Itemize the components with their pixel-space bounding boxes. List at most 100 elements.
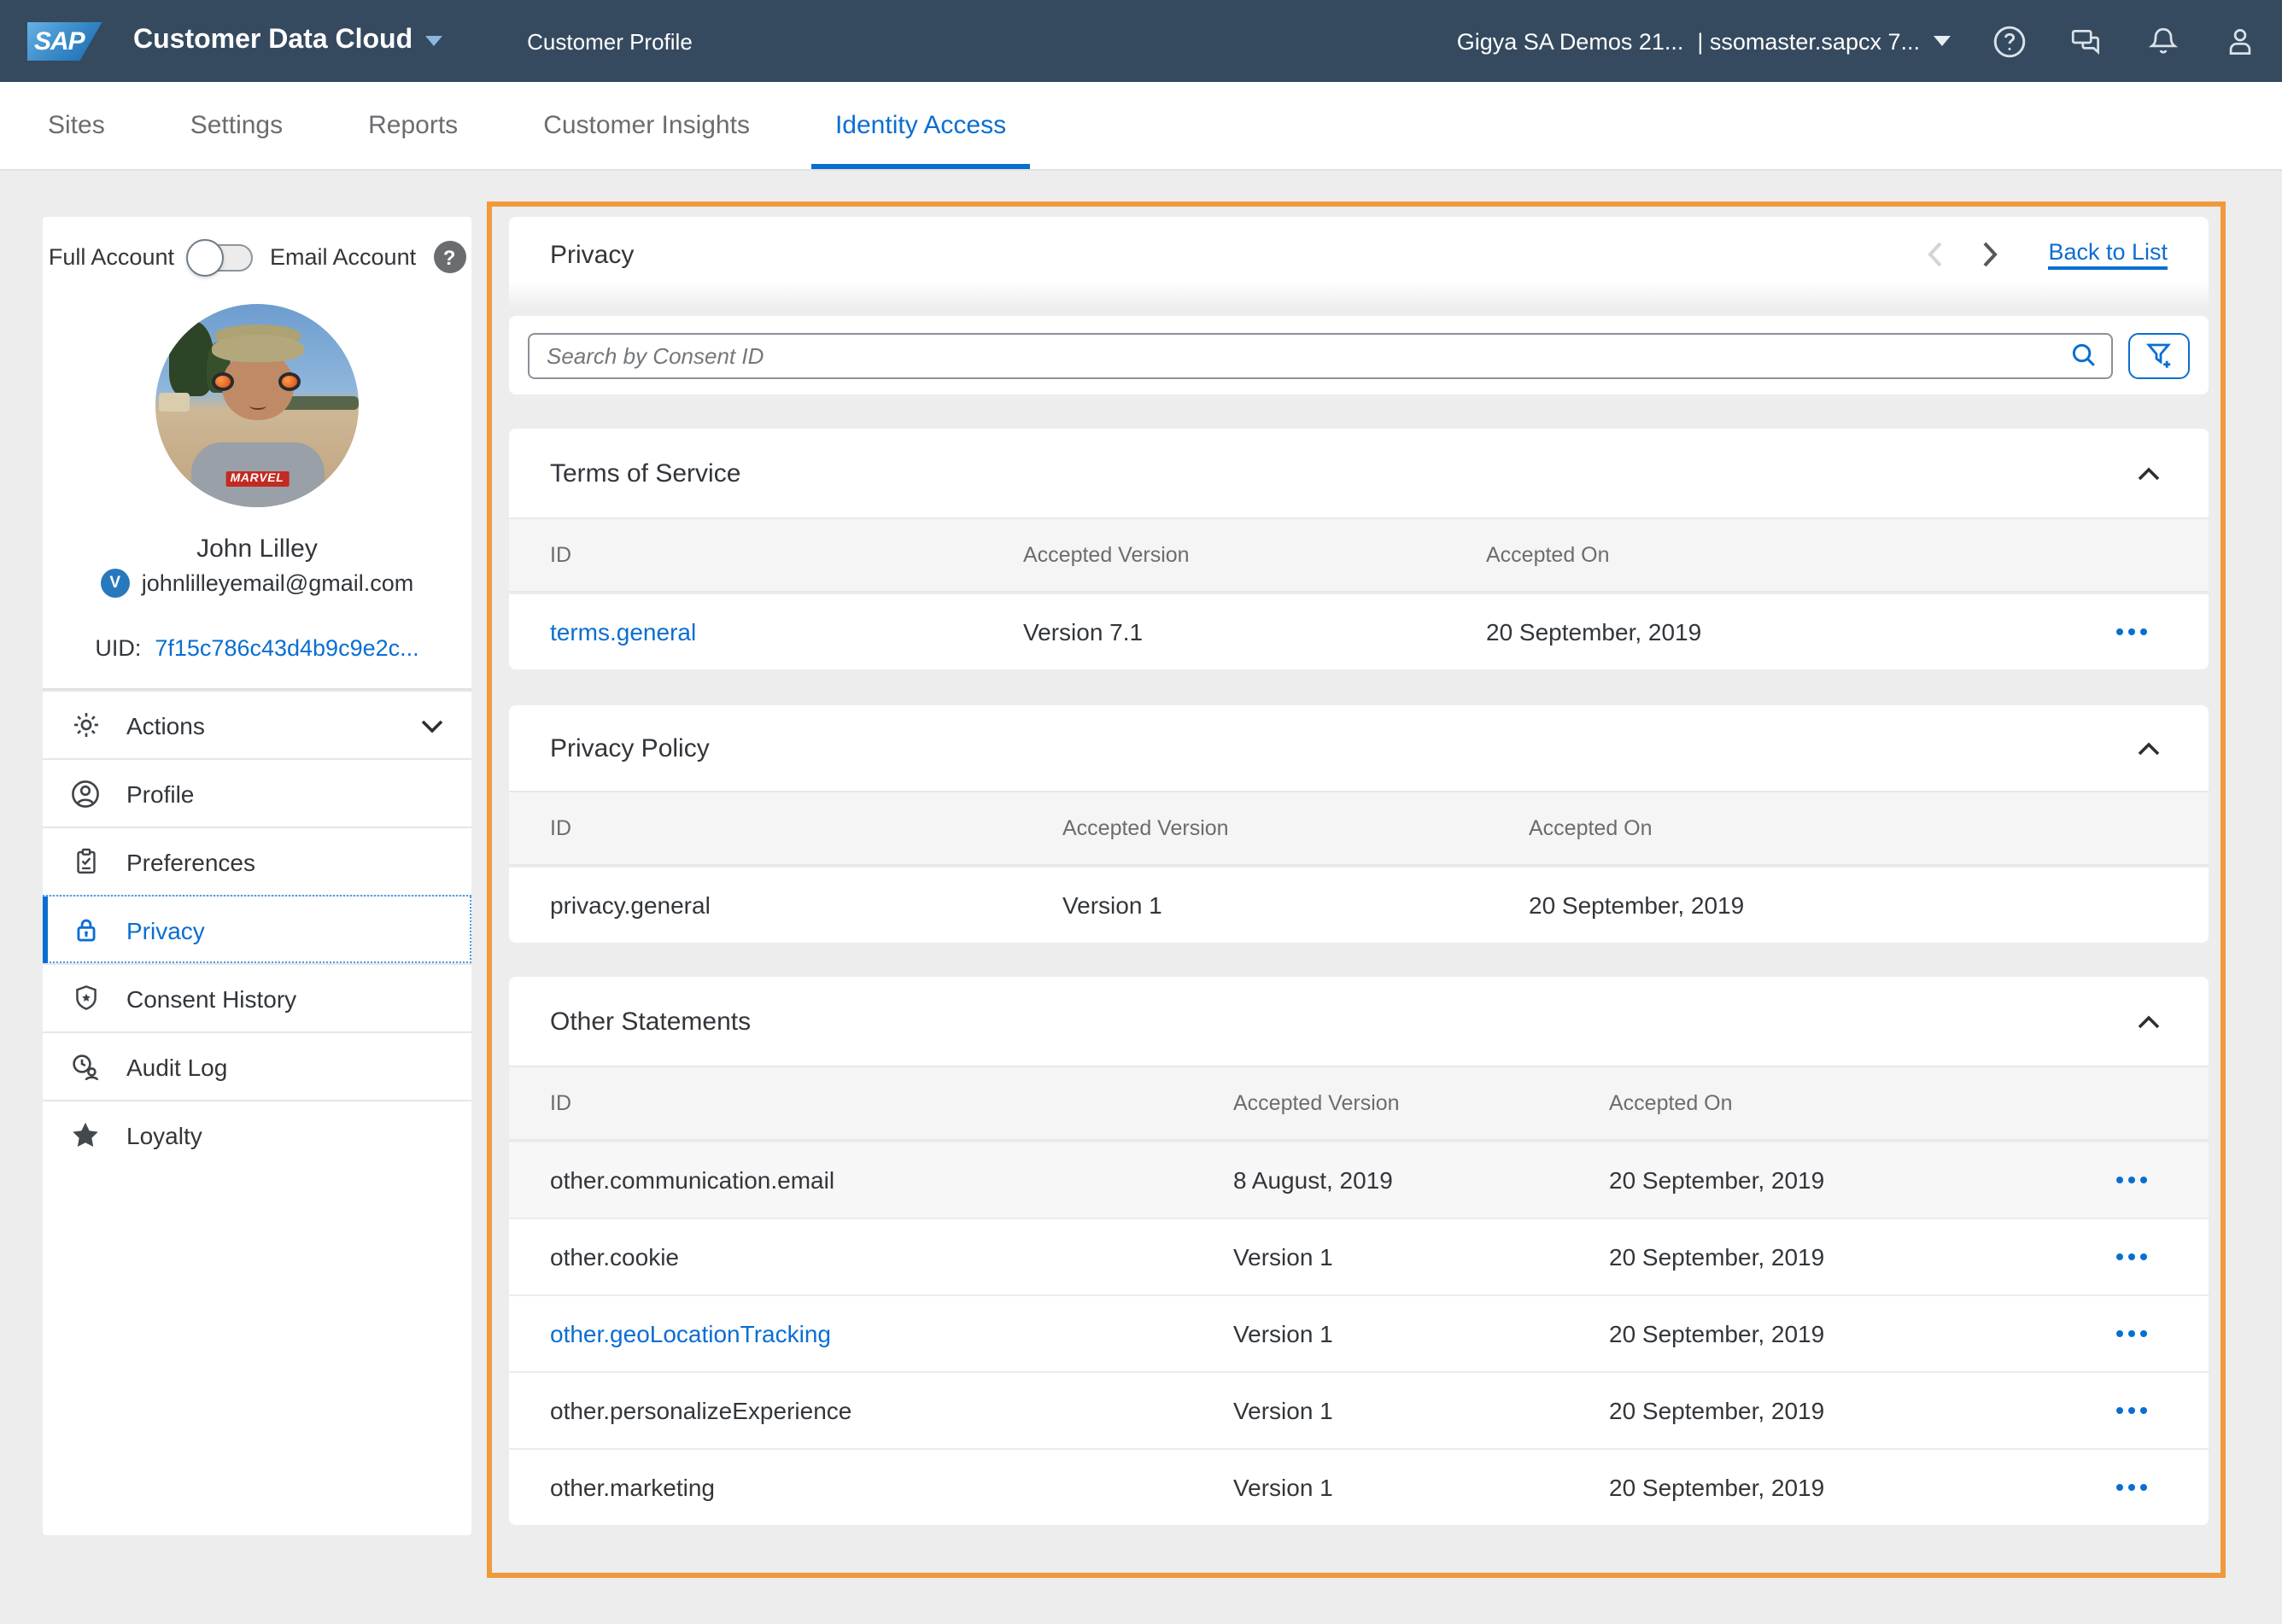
customer-email-row: V johnlilleyemail@gmail.com <box>43 569 471 598</box>
accepted-version: 8 August, 2019 <box>1233 1166 1609 1194</box>
section-title: Other Statements <box>550 1007 751 1036</box>
tab-settings[interactable]: Settings <box>167 82 307 169</box>
avatar-building <box>159 393 190 412</box>
uid-row: UID: 7f15c786c43d4b9c9e2c... <box>43 635 471 661</box>
consent-id-link[interactable]: other.geoLocationTracking <box>509 1320 1233 1347</box>
privacy-panel: Privacy Back to List <box>487 202 2226 1578</box>
chevron-down-icon <box>420 711 444 739</box>
table-row: other.cookie Version 1 20 September, 201… <box>509 1218 2209 1294</box>
add-filter-button[interactable] <box>2128 332 2190 378</box>
sidebar-item-actions[interactable]: Actions <box>43 690 471 758</box>
tab-identity-access[interactable]: Identity Access <box>811 82 1030 169</box>
sidebar-item-preferences[interactable]: Preferences <box>43 827 471 895</box>
collapse-chevron-up-icon[interactable] <box>2137 1014 2161 1029</box>
accepted-on: 20 September, 2019 <box>1609 1474 2055 1501</box>
column-accepted-on: Accepted On <box>1609 1091 2055 1115</box>
sidebar-item-label: Loyalty <box>126 1121 202 1148</box>
table-row: other.marketing Version 1 20 September, … <box>509 1448 2209 1525</box>
consent-id-link[interactable]: terms.general <box>509 618 1023 646</box>
row-overflow-menu-icon[interactable] <box>2055 1253 2209 1261</box>
email-account-label: Email Account <box>270 244 416 270</box>
back-to-list-link[interactable]: Back to List <box>2048 239 2168 270</box>
sidebar-item-consent-history[interactable]: Consent History <box>43 963 471 1031</box>
search-input[interactable] <box>547 342 2070 368</box>
shell-page-title: Customer Profile <box>527 28 693 54</box>
full-account-label: Full Account <box>49 244 174 270</box>
tab-reports[interactable]: Reports <box>344 82 482 169</box>
accepted-on: 20 September, 2019 <box>1609 1243 2055 1271</box>
accepted-on: 20 September, 2019 <box>1609 1320 2055 1347</box>
tenant-name: Gigya SA Demos 21... <box>1457 28 1684 54</box>
avatar-hat <box>211 335 303 362</box>
site-name: | ssomaster.sapcx 7... <box>1697 28 1920 54</box>
product-switcher[interactable]: Customer Data Cloud <box>133 26 442 56</box>
customer-name: John Lilley <box>43 535 471 564</box>
section-terms-of-service: Terms of Service ID Accepted Version Acc… <box>509 429 2209 669</box>
sidebar-item-label: Privacy <box>126 916 205 943</box>
sidebar-item-label: Preferences <box>126 848 255 875</box>
column-accepted-version: Accepted Version <box>1023 543 1486 567</box>
customer-email: johnlilleyemail@gmail.com <box>142 570 414 596</box>
main-tab-bar: Sites Settings Reports Customer Insights… <box>0 82 2282 171</box>
column-id: ID <box>509 816 1062 840</box>
column-accepted-on: Accepted On <box>1486 543 2055 567</box>
shield-star-icon <box>70 983 101 1014</box>
user-profile-icon[interactable] <box>2221 22 2258 60</box>
column-id: ID <box>509 1091 1233 1115</box>
table-header: ID Accepted Version Accepted On <box>509 791 2209 866</box>
gear-icon <box>70 710 101 740</box>
consent-id: other.cookie <box>509 1243 1233 1271</box>
feedback-chat-icon[interactable] <box>2067 22 2104 60</box>
avatar: MARVEL <box>155 304 359 507</box>
accepted-version: Version 1 <box>1233 1243 1609 1271</box>
tab-customer-insights[interactable]: Customer Insights <box>519 82 774 169</box>
switch-knob <box>186 238 224 276</box>
uid-value-link[interactable]: 7f15c786c43d4b9c9e2c... <box>155 635 418 661</box>
shell-bar: SAP Customer Data Cloud Customer Profile… <box>0 0 2282 82</box>
accepted-on: 20 September, 2019 <box>1486 618 2055 646</box>
table-header: ID Accepted Version Accepted On <box>509 1066 2209 1141</box>
sidebar-item-label: Consent History <box>126 984 296 1012</box>
notifications-bell-icon[interactable] <box>2144 22 2181 60</box>
star-icon <box>70 1119 101 1150</box>
sidebar-item-loyalty[interactable]: Loyalty <box>43 1100 471 1168</box>
avatar-shirt-text: MARVEL <box>225 471 290 487</box>
consent-id: privacy.general <box>509 891 1062 919</box>
person-icon <box>70 778 101 809</box>
account-help-icon[interactable]: ? <box>433 241 465 273</box>
section-privacy-policy: Privacy Policy ID Accepted Version Accep… <box>509 705 2209 943</box>
sidebar-item-label: Audit Log <box>126 1053 227 1080</box>
avatar-smile <box>249 401 266 410</box>
row-overflow-menu-icon[interactable] <box>2055 1177 2209 1184</box>
table-row: other.communication.email 8 August, 2019… <box>509 1141 2209 1218</box>
verified-badge-icon: V <box>101 569 130 598</box>
table-row: other.geoLocationTracking Version 1 20 S… <box>509 1294 2209 1371</box>
sidebar-item-privacy[interactable]: Privacy <box>43 895 471 963</box>
collapse-chevron-up-icon[interactable] <box>2137 740 2161 756</box>
sidebar-item-profile[interactable]: Profile <box>43 758 471 827</box>
avatar-sunglasses <box>212 372 234 391</box>
accepted-version: Version 1 <box>1233 1320 1609 1347</box>
tenant-switcher[interactable]: Gigya SA Demos 21... | ssomaster.sapcx 7… <box>1457 28 1951 54</box>
section-header: Other Statements <box>509 977 2209 1066</box>
tab-sites[interactable]: Sites <box>24 82 129 169</box>
chevron-right-icon[interactable] <box>1976 241 2004 268</box>
section-title: Terms of Service <box>550 459 740 488</box>
customer-sidebar: Full Account Email Account ? MARVEL John… <box>43 217 471 1535</box>
row-overflow-menu-icon[interactable] <box>2055 1407 2209 1415</box>
chevron-left-icon[interactable] <box>1922 241 1949 268</box>
collapse-chevron-up-icon[interactable] <box>2137 465 2161 481</box>
accepted-on: 20 September, 2019 <box>1609 1166 2055 1194</box>
row-overflow-menu-icon[interactable] <box>2055 1484 2209 1492</box>
section-header: Terms of Service <box>509 429 2209 517</box>
row-overflow-menu-icon[interactable] <box>2055 1330 2209 1338</box>
account-type-switch[interactable] <box>191 243 253 271</box>
row-overflow-menu-icon[interactable] <box>2055 628 2209 636</box>
content-area: Full Account Email Account ? MARVEL John… <box>0 171 2282 1624</box>
help-icon[interactable] <box>1990 22 2027 60</box>
accepted-on: 20 September, 2019 <box>1529 891 2055 919</box>
search-icon[interactable] <box>2070 342 2098 369</box>
section-header: Privacy Policy <box>509 705 2209 791</box>
column-accepted-version: Accepted Version <box>1062 816 1529 840</box>
sidebar-item-audit-log[interactable]: Audit Log <box>43 1031 471 1100</box>
